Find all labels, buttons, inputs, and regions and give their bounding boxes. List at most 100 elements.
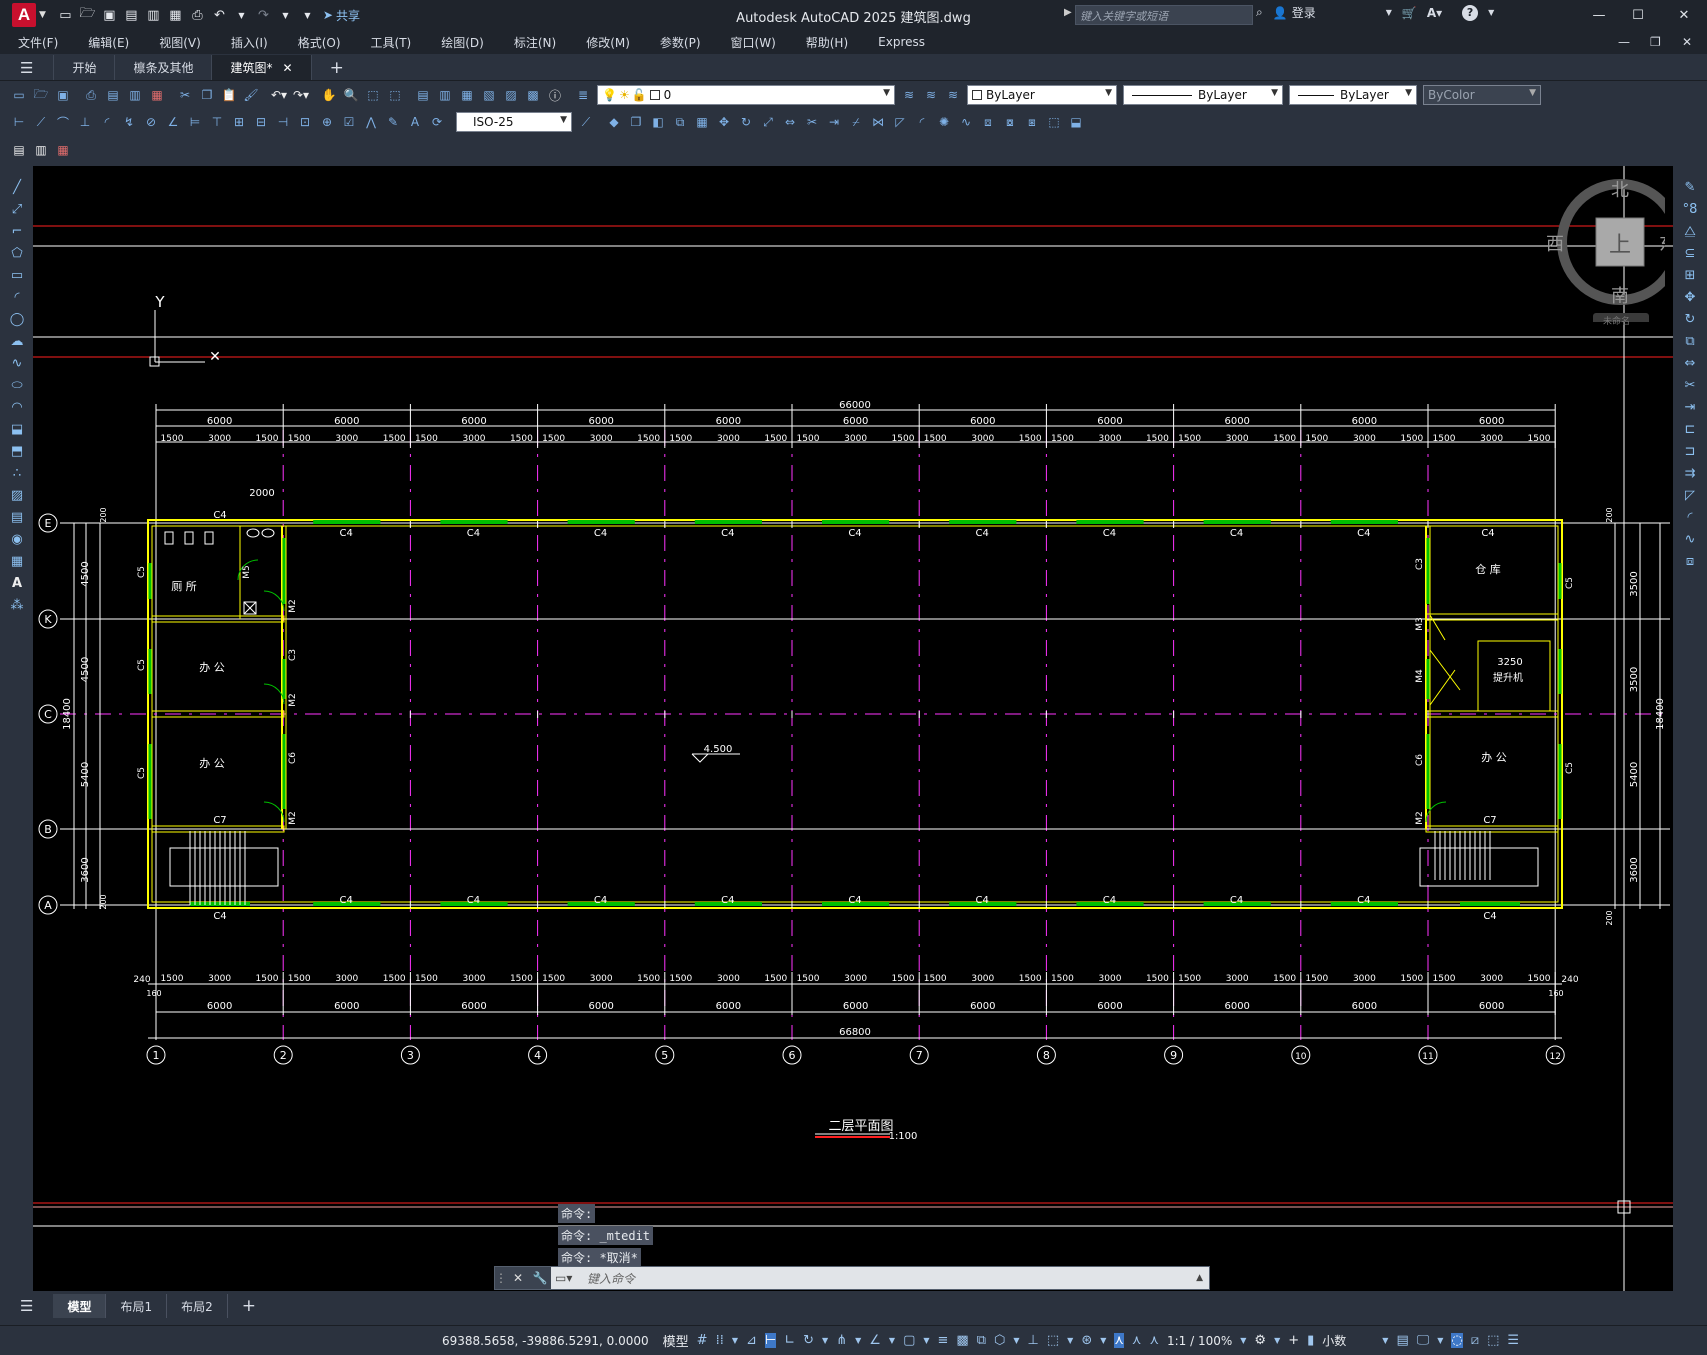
dim-baseline-icon[interactable]: ⊤	[208, 113, 226, 131]
dynamic-ucs-icon[interactable]: ⊥	[1028, 1333, 1039, 1348]
grip-icon[interactable]: ⋮	[495, 1271, 507, 1285]
dropdown-icon[interactable]: ▼	[732, 1336, 738, 1345]
array-icon[interactable]: ⊞	[1679, 264, 1701, 286]
compass-south[interactable]: 南	[1611, 286, 1629, 307]
grid-icon[interactable]: #	[697, 1333, 708, 1348]
dropdown-icon[interactable]: ▼	[1067, 1336, 1073, 1345]
rotate-icon[interactable]: ↻	[737, 113, 755, 131]
new-layout-icon[interactable]: ▤	[10, 141, 28, 159]
help-icon[interactable]: ⓘ	[546, 86, 564, 104]
open-web-icon[interactable]: ▥	[144, 6, 163, 25]
new-tab-button[interactable]: +	[312, 55, 362, 80]
array-icon[interactable]: ▦	[693, 113, 711, 131]
make-current-icon[interactable]: ≋	[900, 86, 918, 104]
copy-object-icon[interactable]: ❐	[627, 113, 645, 131]
copy-icon[interactable]: ❐	[198, 86, 216, 104]
compass-north[interactable]: 北	[1611, 180, 1629, 201]
extend-icon[interactable]: ⇥	[825, 113, 843, 131]
print-icon[interactable]: ⎙	[82, 86, 100, 104]
arc-icon[interactable]: ◜	[6, 286, 28, 308]
login-button[interactable]: 登录	[1292, 4, 1316, 21]
transparency-icon[interactable]: ▩	[956, 1333, 968, 1348]
plot-icon[interactable]: ⎙	[188, 6, 207, 25]
jog-line-icon[interactable]: ⋀	[362, 113, 380, 131]
scale-icon[interactable]: ⧉	[1679, 330, 1701, 352]
polyline-icon[interactable]: ⌐	[6, 220, 28, 242]
close-icon[interactable]: ✕	[507, 1271, 529, 1285]
open-icon[interactable]: 🗁	[78, 6, 97, 25]
group-icon[interactable]: ⧇	[1001, 113, 1019, 131]
cart-icon[interactable]: 🛒	[1402, 6, 1417, 20]
table-icon[interactable]: ▦	[6, 550, 28, 572]
construction-line-icon[interactable]: ⤢	[6, 198, 28, 220]
object-snap-tracking-icon[interactable]: ∠	[869, 1333, 881, 1348]
extend-icon[interactable]: ⇥	[1679, 396, 1701, 418]
dropdown-icon[interactable]: ▼	[822, 1336, 828, 1345]
add-layout-button[interactable]: +	[228, 1294, 270, 1318]
auto-scale-icon[interactable]: ⋏	[1132, 1333, 1142, 1348]
hamburger-icon[interactable]: ☰	[0, 1294, 53, 1318]
dim-text-edit-icon[interactable]: A	[406, 113, 424, 131]
new-icon[interactable]: ▭	[56, 6, 75, 25]
dropdown-icon[interactable]: ▼	[889, 1336, 895, 1345]
tab-model[interactable]: 模型	[53, 1294, 107, 1318]
tab-start[interactable]: 开始	[54, 55, 116, 80]
lock-ui-icon[interactable]: 🖵	[1417, 1333, 1430, 1348]
menu-help[interactable]: 帮助(H)	[788, 34, 860, 51]
join-icon[interactable]: ⇉	[1679, 462, 1701, 484]
blend-icon[interactable]: ∿	[1679, 528, 1701, 550]
dim-edit-icon[interactable]: ✎	[384, 113, 402, 131]
customization-icon[interactable]: ☰	[1507, 1333, 1519, 1348]
menu-draw[interactable]: 绘图(D)	[423, 34, 496, 51]
quick-dim-icon[interactable]: ⊨	[186, 113, 204, 131]
zoom-window-icon[interactable]: ⬚	[364, 86, 382, 104]
save-web-icon[interactable]: ▦	[166, 6, 185, 25]
search-icon[interactable]: ⌕	[1256, 5, 1263, 20]
layout-wizard-icon[interactable]: ▦	[54, 141, 72, 159]
gizmo-icon[interactable]: ⊛	[1081, 1333, 1092, 1348]
layer-properties-icon[interactable]: ≣	[574, 86, 592, 104]
circle-icon[interactable]: ◯	[6, 308, 28, 330]
maximize-button[interactable]: ☐	[1626, 4, 1650, 26]
rotate-icon[interactable]: ↻	[1679, 308, 1701, 330]
infer-constraints-icon[interactable]: ⊿	[746, 1333, 757, 1348]
tab-purlin[interactable]: 檩条及其他	[115, 55, 213, 80]
mirror-icon[interactable]: ⧋	[1679, 220, 1701, 242]
3d-osnap-icon[interactable]: ⬡	[994, 1333, 1005, 1348]
dropdown-icon[interactable]: ▼	[1488, 8, 1494, 17]
compass-west[interactable]: 西	[1546, 234, 1564, 255]
linetype-dropdown[interactable]: ByLayer ▼	[1123, 85, 1283, 105]
object-snap-icon[interactable]: ▢	[903, 1333, 915, 1348]
dim-aligned-icon[interactable]: ⟋	[32, 113, 50, 131]
break-icon[interactable]: ⌿	[847, 113, 865, 131]
paste-icon[interactable]: 📋	[220, 86, 238, 104]
menu-file[interactable]: 文件(F)	[0, 34, 70, 51]
dim-ordinate-icon[interactable]: ⊥	[76, 113, 94, 131]
line-icon[interactable]: ╱	[6, 176, 28, 198]
block-icon[interactable]: ⬚	[1045, 113, 1063, 131]
region-icon[interactable]: ◉	[6, 528, 28, 550]
polar-icon[interactable]: ↻	[803, 1333, 814, 1348]
calculator-icon[interactable]: ▩	[524, 86, 542, 104]
polygon-icon[interactable]: ⬠	[6, 242, 28, 264]
compass-east[interactable]: 东	[1659, 234, 1673, 255]
workspace-gear-icon[interactable]: ⚙	[1254, 1333, 1266, 1348]
tab-building[interactable]: 建筑图* ✕	[212, 55, 312, 80]
app-menu-button[interactable]: A	[12, 3, 36, 27]
quick-properties-icon[interactable]: ▤	[1396, 1333, 1408, 1348]
dim-style-icon[interactable]: ⟋	[577, 113, 595, 131]
insert-block-icon[interactable]: ⬓	[6, 418, 28, 440]
color-dropdown[interactable]: ByLayer ▼	[967, 85, 1117, 105]
customize-icon[interactable]: ▼	[298, 6, 317, 25]
save-as-icon[interactable]: ▤	[122, 6, 141, 25]
ungroup-icon[interactable]: ⧆	[1023, 113, 1041, 131]
revcloud-icon[interactable]: ☁	[6, 330, 28, 352]
ellipse-icon[interactable]: ⬭	[6, 374, 28, 396]
command-input[interactable]: ▭▾ 键入命令 ▲	[551, 1267, 1209, 1289]
trim-icon[interactable]: ✂	[803, 113, 821, 131]
preview-icon[interactable]: ▤	[104, 86, 122, 104]
dim-jogged-icon[interactable]: ↯	[120, 113, 138, 131]
dropdown-icon[interactable]: ▼	[1013, 1336, 1019, 1345]
center-mark-icon[interactable]: ⊕	[318, 113, 336, 131]
dynamic-input-icon[interactable]: ⊢	[764, 1333, 777, 1348]
